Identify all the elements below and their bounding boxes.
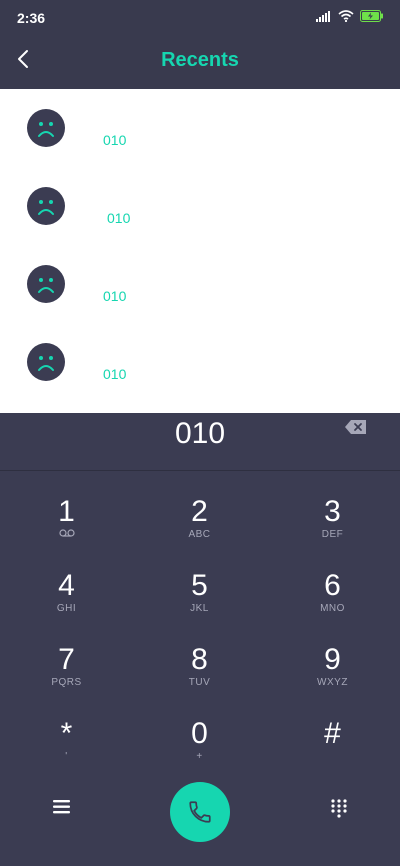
backspace-button[interactable]	[344, 418, 368, 436]
recent-call-number: 010	[103, 288, 127, 304]
key-digit: 7	[58, 643, 75, 676]
key-digit: 4	[58, 569, 75, 602]
dialpad-button[interactable]	[330, 798, 348, 818]
key-digit: 9	[324, 643, 341, 676]
backspace-icon	[345, 420, 366, 434]
wifi-icon	[338, 10, 354, 22]
key-digit: 1	[58, 495, 75, 528]
key-digit: #	[324, 717, 341, 750]
status-time: 2:36	[17, 10, 46, 26]
key-digit: 2	[191, 495, 208, 528]
call-button[interactable]	[170, 782, 230, 842]
recent-call-item[interactable]: 010	[0, 323, 400, 401]
top-bar: Recents	[0, 34, 400, 89]
recent-call-number: 010	[103, 366, 127, 382]
dialed-number: 010	[174, 417, 226, 450]
key-digit: 8	[191, 643, 208, 676]
battery-icon	[360, 10, 383, 22]
key-star[interactable]: * '	[0, 693, 133, 767]
recent-call-item[interactable]: 010	[0, 167, 400, 245]
dialpad-icon	[331, 799, 347, 818]
recent-call-item[interactable]: 010	[0, 89, 400, 167]
key-letters: DEF	[321, 529, 344, 540]
key-7[interactable]: 7 PQRS	[0, 619, 133, 693]
key-6[interactable]: 6 MNO	[266, 545, 399, 619]
key-2[interactable]: 2 ABC	[133, 471, 266, 545]
sad-face-icon	[27, 343, 65, 381]
voicemail-icon	[0, 529, 133, 541]
dialer-display: 010	[0, 413, 400, 471]
key-letters: PQRS	[51, 677, 82, 688]
status-icons	[316, 10, 384, 22]
page-title: Recents	[161, 49, 239, 71]
status-bar: 2:36	[0, 0, 400, 34]
phone-icon	[189, 801, 211, 823]
key-letters: +	[196, 751, 203, 762]
signal-icon	[316, 11, 330, 22]
key-digit: 0	[191, 717, 208, 750]
key-hash[interactable]: #	[266, 693, 399, 767]
key-0[interactable]: 0 +	[133, 693, 266, 767]
key-1[interactable]: 1	[0, 471, 133, 545]
key-letters: TUV	[188, 677, 211, 688]
sad-face-icon	[27, 187, 65, 225]
key-letters: WXYZ	[317, 677, 348, 688]
recent-call-number: 010	[107, 210, 131, 226]
key-digit: 3	[324, 495, 341, 528]
key-letters: JKL	[190, 603, 209, 614]
key-5[interactable]: 5 JKL	[133, 545, 266, 619]
menu-icon	[53, 800, 70, 814]
key-digit: 5	[191, 569, 208, 602]
key-9[interactable]: 9 WXYZ	[266, 619, 399, 693]
sad-face-icon	[27, 109, 65, 147]
recents-list: 010 010 010 010	[0, 89, 400, 413]
key-letters: '	[65, 751, 68, 762]
key-letters: GHI	[56, 603, 77, 614]
sad-face-icon	[27, 265, 65, 303]
key-3[interactable]: 3 DEF	[266, 471, 399, 545]
key-digit: *	[60, 717, 73, 750]
menu-button[interactable]	[50, 798, 74, 816]
recent-call-item[interactable]: 010	[0, 245, 400, 323]
key-letters: ABC	[188, 529, 211, 540]
recent-call-number: 010	[103, 132, 127, 148]
key-letters: MNO	[320, 603, 345, 614]
key-8[interactable]: 8 TUV	[133, 619, 266, 693]
key-digit: 6	[324, 569, 341, 602]
key-4[interactable]: 4 GHI	[0, 545, 133, 619]
